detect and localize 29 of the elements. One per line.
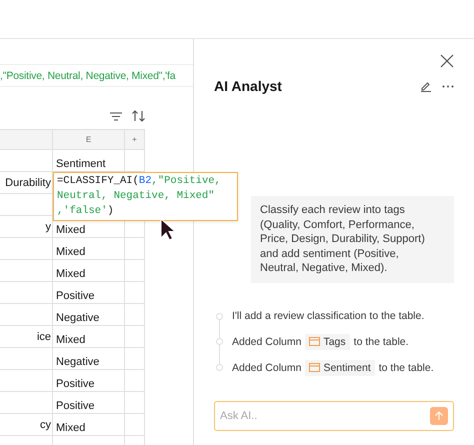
formula-editor[interactable]: =CLASSIFY_AI(B2,"Positive, Neutral, Negative, Mixed" ,'false')	[53, 172, 238, 221]
table-cell-text: ice	[36, 330, 52, 344]
formula-text: ,"Positive, Neutral, Negative, Mixed",'fa	[0, 70, 176, 82]
column-header[interactable]: +	[125, 130, 144, 149]
table-cell-text: Mixed	[55, 267, 86, 281]
table-cell-text: y	[44, 220, 52, 234]
table-cell-text: Mixed	[55, 421, 86, 435]
step-text: Added Column	[232, 336, 302, 348]
step-text: Added Column	[232, 362, 302, 374]
table-cell-text: Durability	[4, 176, 52, 190]
table-cell-text: Positive	[55, 399, 96, 413]
ask-field[interactable]: Ask AI..	[214, 400, 454, 430]
table-cell-text: Positive	[55, 289, 96, 303]
table-cell-text: Negative	[55, 311, 100, 325]
column-header[interactable]: E	[53, 130, 124, 149]
step-text: to the table.	[378, 362, 434, 374]
table-cell-text: cy	[39, 418, 52, 432]
table-cell-text: Positive	[55, 377, 96, 391]
table-cell-text: Mixed	[55, 223, 86, 237]
table-cell-text: Mixed	[55, 333, 86, 347]
table-cell-text: Mixed	[55, 245, 86, 259]
panel-title: AI Analyst	[214, 78, 283, 94]
step-text: I'll add a review classification to the table.	[232, 310, 424, 322]
table-cell-text: Negative	[55, 355, 100, 369]
step-text: to the table.	[354, 336, 409, 348]
table-cell-text: Sentiment	[55, 157, 107, 171]
user-message: Classify each review into tags (Quality, Comfort, Performance, Price, Design, Durability, Support) and add sentiment (Positive, Neutral, Negative, Mixed).	[251, 196, 454, 282]
column-chip[interactable]: Sentiment	[305, 360, 375, 376]
column-chip[interactable]: Tags	[305, 334, 350, 350]
